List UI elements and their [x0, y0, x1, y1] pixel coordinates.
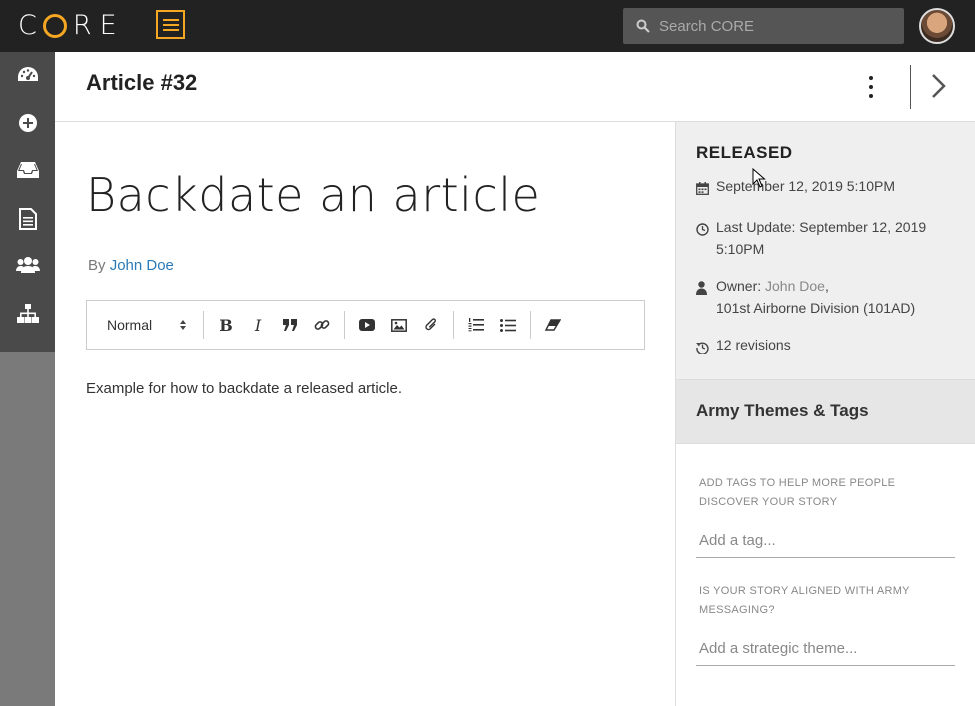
user-avatar[interactable]	[919, 8, 955, 44]
document-icon	[18, 208, 37, 231]
italic-icon: I	[254, 315, 262, 335]
video-button[interactable]	[351, 309, 383, 341]
search-bar[interactable]	[623, 8, 904, 44]
inbox-nav-item[interactable]	[0, 161, 55, 209]
author-link[interactable]: John Doe	[110, 257, 174, 274]
article-header: Article #32	[55, 52, 975, 122]
status-badge: RELEASED	[696, 143, 793, 162]
image-icon	[391, 318, 407, 332]
org-chart-icon	[16, 304, 39, 324]
clock-icon	[696, 223, 709, 236]
status-section: RELEASED September 12, 2019 5:10PM Last …	[676, 122, 975, 380]
format-select[interactable]: Normal	[87, 301, 197, 349]
history-icon	[696, 342, 709, 355]
details-panel: RELEASED September 12, 2019 5:10PM Last …	[675, 122, 975, 706]
bullet-list-icon	[500, 318, 516, 332]
attachment-icon	[425, 318, 436, 331]
more-options-button[interactable]	[865, 76, 877, 98]
cursor-icon	[752, 167, 766, 188]
owner-info: Owner: John Doe, 101st Airborne Division…	[696, 275, 955, 319]
image-button[interactable]	[383, 309, 415, 341]
org-chart-nav-item[interactable]	[0, 304, 55, 352]
header-divider	[910, 65, 911, 109]
more-vertical-icon	[869, 76, 873, 80]
side-nav	[0, 52, 55, 706]
byline: By John Doe	[88, 257, 174, 274]
owner-unit: 101st Airborne Division (101AD)	[716, 300, 916, 316]
calendar-icon	[696, 182, 709, 195]
users-nav-item[interactable]	[0, 256, 55, 304]
tags-section: ADD TAGS TO HELP MORE PEOPLE DISCOVER YO…	[676, 444, 975, 666]
article-title[interactable]: Backdate an article	[86, 168, 540, 222]
clear-format-button[interactable]	[537, 309, 569, 341]
revisions[interactable]: 12 revisions	[696, 334, 955, 360]
quote-icon	[283, 319, 297, 331]
last-update-text: Last Update: September 12, 2019 5:10PM	[716, 219, 927, 257]
inbox-icon	[16, 161, 39, 178]
themes-section-header[interactable]: Army Themes & Tags	[676, 380, 975, 444]
tags-help-text: ADD TAGS TO HELP MORE PEOPLE DISCOVER YO…	[699, 477, 896, 508]
users-icon	[15, 257, 40, 274]
link-icon	[314, 320, 330, 330]
select-arrows-icon	[180, 320, 186, 330]
article-body[interactable]: Example for how to backdate a released a…	[86, 380, 402, 397]
top-bar: C RE	[0, 0, 975, 52]
attachment-button[interactable]	[415, 309, 447, 341]
strategic-theme-input[interactable]	[696, 632, 955, 666]
italic-button[interactable]: I	[242, 309, 274, 341]
format-select-value: Normal	[107, 317, 153, 333]
byline-label: By	[88, 257, 106, 274]
collapse-panel-button[interactable]	[930, 72, 946, 105]
mouse-cursor	[752, 167, 766, 193]
page-title: Article #32	[86, 70, 198, 95]
owner-label: Owner:	[716, 278, 762, 294]
editor-toolbar: Normal B I	[86, 300, 645, 350]
dashboard-nav-item[interactable]	[0, 65, 55, 113]
article-editor: Backdate an article By John Doe Normal B…	[55, 122, 675, 706]
dashboard-icon	[17, 67, 38, 81]
bold-icon: B	[219, 315, 233, 335]
add-icon	[18, 113, 37, 132]
person-icon	[696, 281, 707, 295]
chevron-right-icon	[932, 74, 946, 98]
add-nav-item[interactable]	[0, 113, 55, 161]
link-button[interactable]	[306, 309, 338, 341]
clear-format-icon	[545, 319, 561, 331]
ordered-list-button[interactable]	[460, 309, 492, 341]
themes-title: Army Themes & Tags	[696, 401, 869, 420]
theme-help-text: IS YOUR STORY ALIGNED WITH ARMY MESSAGIN…	[699, 585, 910, 616]
last-update: Last Update: September 12, 2019 5:10PM	[696, 216, 955, 260]
documents-nav-item[interactable]	[0, 208, 55, 256]
search-input[interactable]	[659, 17, 889, 35]
owner-name-link[interactable]: John Doe	[765, 278, 825, 294]
ordered-list-icon	[468, 318, 484, 332]
tag-input[interactable]	[696, 524, 955, 558]
search-icon	[636, 19, 650, 33]
quote-button[interactable]	[274, 309, 306, 341]
core-logo[interactable]: C RE	[18, 9, 125, 41]
revisions-text: 12 revisions	[716, 337, 791, 353]
publish-date-text: September 12, 2019 5:10PM	[716, 178, 896, 194]
publish-date: September 12, 2019 5:10PM	[696, 175, 955, 201]
bullet-list-button[interactable]	[492, 309, 524, 341]
bold-button[interactable]: B	[210, 309, 242, 341]
hamburger-menu-button[interactable]	[156, 10, 185, 39]
video-icon	[359, 319, 375, 331]
